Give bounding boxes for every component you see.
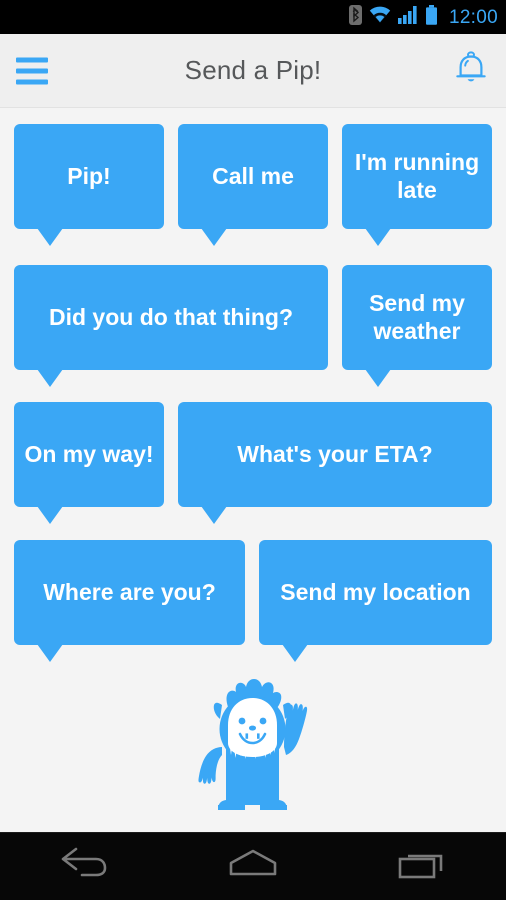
mascot-container (0, 669, 506, 819)
status-bar-icons: 12:00 (348, 4, 498, 30)
bubble-label: Pip! (67, 162, 111, 189)
pip-bubble-send-my-location[interactable]: Send my location (259, 540, 492, 662)
bubble-label: On my way! (24, 440, 154, 467)
pip-bubble-call-me[interactable]: Call me (178, 124, 328, 246)
nav-back-button[interactable] (29, 839, 139, 895)
bubble-tail-icon (37, 506, 63, 524)
pip-bubble-send-my-weather[interactable]: Send my weather (342, 265, 492, 387)
hamburger-bar-1 (16, 57, 48, 62)
hamburger-bar-3 (16, 79, 48, 84)
bubble-label: Did you do that thing? (48, 303, 293, 330)
bubble-tail-icon (37, 369, 63, 387)
bubble-tail-icon (37, 228, 63, 246)
status-bar: 12:00 (0, 0, 506, 34)
bubble-tail-icon (365, 369, 391, 387)
bubble-label: Send my location (280, 578, 471, 605)
page-title: Send a Pip! (184, 55, 322, 85)
bubble-label: Send my weather (369, 290, 465, 344)
pip-bubble-where-are-you[interactable]: Where are you? (14, 540, 245, 662)
bubble-label: I'm running late (354, 149, 480, 203)
bubble-row: Where are you? Send my location (14, 540, 492, 662)
android-navigation-bar (0, 832, 506, 900)
pip-yeti-mascot-icon (188, 669, 318, 819)
hamburger-bar-2 (16, 68, 48, 73)
pip-bubble-grid: Pip! Call me I'm running late Did you do… (0, 109, 506, 832)
nav-recents-button[interactable] (367, 839, 477, 895)
home-icon (225, 847, 281, 886)
bubble-label: Where are you? (43, 578, 216, 605)
nav-home-button[interactable] (198, 839, 308, 895)
bubble-tail-icon (365, 228, 391, 246)
app-root: 12:00 Send a Pip! Pip! Call me I'm runni… (0, 0, 506, 900)
bell-icon (454, 50, 488, 91)
bubble-tail-icon (201, 228, 227, 246)
pip-bubble-im-running-late[interactable]: I'm running late (342, 124, 492, 246)
cellular-signal-icon (397, 5, 418, 29)
bubble-tail-icon (37, 644, 63, 662)
pip-bubble-did-you-do-that-thing[interactable]: Did you do that thing? (14, 265, 328, 387)
notifications-button[interactable] (452, 51, 490, 91)
back-arrow-icon (58, 847, 110, 886)
pip-bubble-whats-your-eta[interactable]: What's your ETA? (178, 402, 492, 524)
wifi-icon (369, 6, 391, 29)
bubble-row: Did you do that thing? Send my weather (14, 265, 492, 387)
bluetooth-icon (348, 4, 362, 30)
pip-bubble-pip[interactable]: Pip! (14, 124, 164, 246)
app-header: Send a Pip! (0, 34, 506, 108)
bubble-row: Pip! Call me I'm running late (14, 124, 492, 246)
battery-icon (425, 4, 438, 30)
bubble-label: What's your ETA? (237, 440, 433, 467)
pip-bubble-on-my-way[interactable]: On my way! (14, 402, 164, 524)
bubble-row: On my way! What's your ETA? (14, 402, 492, 524)
bubble-tail-icon (201, 506, 227, 524)
bubble-label: Call me (212, 162, 294, 189)
recent-apps-icon (396, 847, 448, 886)
status-bar-clock: 12:00 (448, 6, 498, 28)
hamburger-menu-icon[interactable] (16, 57, 48, 84)
bubble-tail-icon (282, 644, 308, 662)
